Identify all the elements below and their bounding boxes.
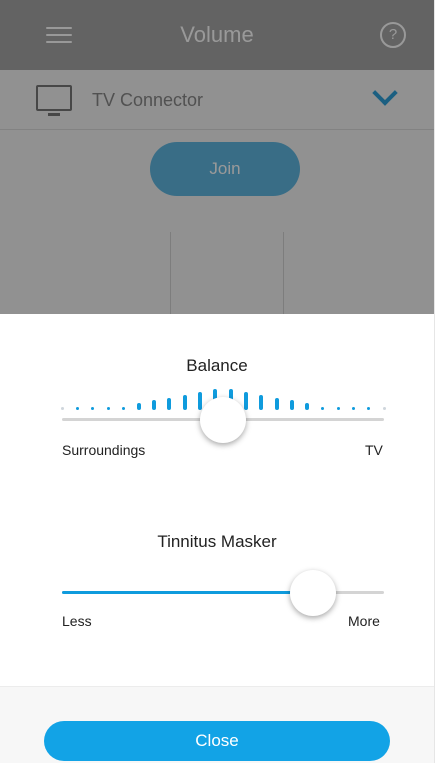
background-app: Volume ? TV Connector Join: [0, 0, 434, 314]
tinnitus-left-label: Less: [62, 613, 92, 629]
balance-tick: [60, 407, 64, 410]
tinnitus-right-label: More: [348, 613, 380, 629]
balance-tick: [336, 407, 340, 410]
balance-tick: [305, 403, 310, 410]
bottom-sheet: Balance Surroundings TV Tinnitus Masker …: [0, 314, 434, 763]
balance-tick: [198, 392, 202, 410]
dim-overlay[interactable]: [0, 0, 434, 314]
balance-tick: [167, 397, 172, 410]
sheet-footer: Close: [0, 686, 434, 763]
balance-tick: [121, 407, 125, 410]
balance-tick: [351, 407, 355, 410]
tinnitus-track-fill: [62, 591, 314, 594]
close-button[interactable]: Close: [44, 721, 390, 761]
screen-edge: [434, 0, 448, 763]
balance-tick: [182, 394, 187, 410]
balance-tick: [382, 407, 386, 410]
balance-left-label: Surroundings: [62, 442, 146, 458]
tinnitus-slider-handle[interactable]: [290, 570, 337, 616]
balance-tick: [274, 397, 279, 410]
balance-tick: [91, 407, 95, 410]
balance-slider-handle[interactable]: [200, 397, 246, 443]
balance-tick: [136, 403, 141, 410]
balance-tick: [106, 407, 110, 410]
balance-right-label: TV: [365, 442, 383, 458]
balance-tick: [75, 407, 79, 410]
phone-screen: Volume ? TV Connector Join Balance Surro…: [0, 0, 434, 763]
balance-tick: [321, 407, 325, 410]
balance-tick: [367, 407, 371, 410]
balance-tick: [152, 400, 156, 410]
balance-tick: [259, 394, 264, 410]
tinnitus-title: Tinnitus Masker: [157, 532, 277, 551]
balance-tick: [290, 400, 294, 410]
balance-tick: [244, 392, 248, 410]
balance-title: Balance: [186, 356, 248, 375]
